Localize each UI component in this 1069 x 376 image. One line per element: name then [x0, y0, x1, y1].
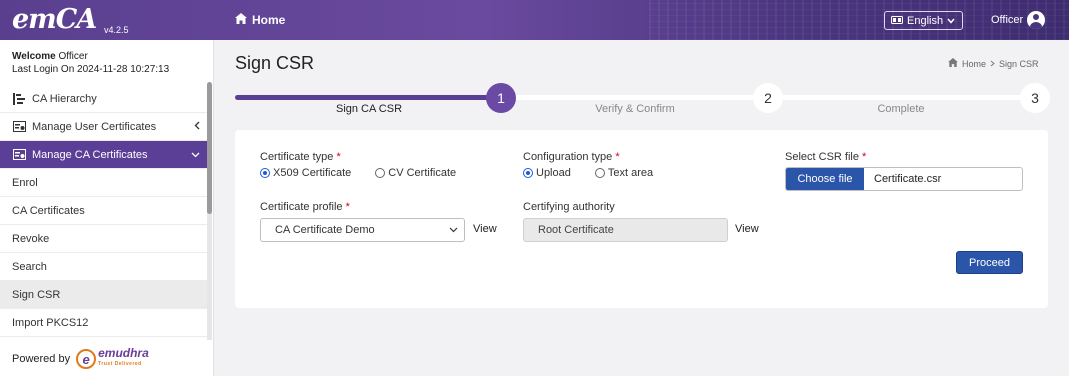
breadcrumb-current: Sign CSR [999, 58, 1039, 69]
radio-upload[interactable]: Upload [523, 167, 571, 179]
welcome-user: Officer [58, 51, 88, 62]
language-icon [891, 15, 903, 27]
last-login-label: Last Login On [12, 64, 75, 75]
choose-file-button[interactable]: Choose file [786, 168, 864, 190]
selected-file-name: Certificate.csr [874, 173, 942, 185]
avatar-icon [1027, 11, 1046, 29]
radio-unchecked-icon [375, 168, 386, 178]
view-certifying-authority-link[interactable]: View [735, 223, 759, 235]
sidebar-subitem-import-pkcs12[interactable]: Import PKCS12 [0, 309, 208, 337]
sidebar-subitem-sign-csr[interactable]: Sign CSR [0, 281, 208, 309]
radio-checked-icon [523, 168, 533, 178]
sidebar-item-manage-ca-certificates[interactable]: Manage CA Certificates [0, 141, 208, 169]
csr-file-label: Select CSR file * [785, 151, 866, 163]
emudhra-tagline: Trust Delivered [98, 361, 142, 367]
sidebar-scrollbar-thumb[interactable] [207, 82, 212, 214]
emudhra-logo: e emudhra Trust Delivered [76, 346, 149, 370]
proceed-button[interactable]: Proceed [956, 251, 1023, 274]
sidebar: Welcome Officer Last Login On 2024-11-28… [0, 40, 214, 376]
step-1-circle: 1 [486, 83, 516, 113]
sidebar-subitem-search[interactable]: Search [0, 253, 208, 281]
certifying-authority-field: Root Certificate [523, 218, 728, 242]
sidebar-item-manage-user-certificates[interactable]: Manage User Certificates [0, 113, 208, 141]
powered-by-label: Powered by [12, 353, 71, 365]
welcome-block: Welcome Officer Last Login On 2024-11-28… [12, 50, 169, 76]
sidebar-subitem-ca-certificates[interactable]: CA Certificates [0, 197, 208, 225]
certificate-profile-label-text: Certificate profile [260, 201, 343, 213]
user-menu[interactable]: Officer [991, 11, 1046, 29]
radio-x509-certificate[interactable]: X509 Certificate [260, 167, 351, 179]
sidebar-menu: CA Hierarchy Manage User Certificates Ma… [0, 85, 208, 337]
csr-file-input[interactable]: Choose file Certificate.csr [785, 167, 1023, 191]
configuration-type-radio-group: Upload Text area [523, 167, 653, 179]
chevron-down-icon [947, 15, 955, 27]
sign-csr-form-card: Certificate type * X509 Certificate CV C… [235, 130, 1048, 308]
app-logo[interactable]: emCA [12, 4, 97, 35]
emudhra-brand: emudhra [98, 346, 149, 360]
certificate-icon [12, 120, 26, 134]
chevron-down-icon [449, 225, 458, 236]
radio-unchecked-icon [594, 168, 605, 178]
configuration-type-label-text: Configuration type [523, 151, 613, 163]
csr-file-label-text: Select CSR file [785, 151, 859, 163]
home-label: Home [252, 13, 286, 27]
radio-cv-certificate[interactable]: CV Certificate [375, 167, 456, 179]
stepper-progress-bar [235, 95, 501, 100]
certificate-profile-select[interactable]: CA Certificate Demo [260, 218, 465, 242]
page-title: Sign CSR [235, 53, 315, 73]
stepper: 1 2 3 Sign CA CSR Verify & Confirm Compl… [235, 82, 1050, 122]
step-2-label: Verify & Confirm [595, 103, 675, 115]
view-certificate-profile-link[interactable]: View [473, 223, 497, 235]
configuration-type-label: Configuration type * [523, 151, 620, 163]
welcome-label: Welcome [12, 51, 56, 62]
step-3-label: Complete [877, 103, 925, 115]
last-login-value: 2024-11-28 10:27:13 [77, 64, 170, 75]
language-label: English [907, 14, 944, 27]
chevron-right-icon [990, 59, 995, 69]
sidebar-subitem-enrol[interactable]: Enrol [0, 169, 208, 197]
certificate-type-label: Certificate type * [260, 151, 341, 163]
certificate-icon [12, 148, 26, 162]
home-icon [948, 58, 958, 69]
required-marker: * [862, 151, 867, 163]
radio-label: CV Certificate [388, 167, 457, 179]
hierarchy-icon [12, 92, 26, 106]
radio-text-area[interactable]: Text area [594, 167, 654, 179]
radio-label: X509 Certificate [273, 167, 352, 179]
home-nav-link[interactable]: Home [235, 13, 285, 27]
sidebar-item-label: CA Hierarchy [32, 92, 97, 105]
radio-label: Text area [607, 167, 654, 179]
top-navbar: emCA v4.2.5 Home English Officer [0, 0, 1069, 40]
radio-checked-icon [260, 168, 270, 178]
certificate-profile-value: CA Certificate Demo [275, 224, 375, 236]
sidebar-item-ca-hierarchy[interactable]: CA Hierarchy [0, 85, 208, 113]
sidebar-item-label: Manage CA Certificates [32, 148, 148, 161]
emudhra-logo-mark: e [76, 349, 97, 369]
required-marker: * [336, 151, 341, 163]
sidebar-item-label: Manage User Certificates [32, 120, 157, 133]
user-name: Officer [991, 14, 1024, 26]
app-version: v4.2.5 [104, 25, 129, 35]
certificate-type-radio-group: X509 Certificate CV Certificate [260, 167, 456, 179]
certificate-profile-label: Certificate profile * [260, 201, 350, 213]
certifying-authority-label: Certifying authority [523, 201, 615, 213]
breadcrumb-home[interactable]: Home [962, 59, 986, 69]
step-1-label: Sign CA CSR [335, 103, 403, 115]
breadcrumb: Home Sign CSR [948, 58, 1039, 69]
required-marker: * [615, 151, 620, 163]
sidebar-subitem-revoke[interactable]: Revoke [0, 225, 208, 253]
chevron-left-icon [194, 121, 200, 133]
step-3-circle: 3 [1020, 83, 1050, 113]
certificate-type-label-text: Certificate type [260, 151, 334, 163]
powered-by: Powered by e emudhra Trust Delivered [12, 346, 149, 370]
language-selector[interactable]: English [884, 11, 963, 30]
step-2-circle: 2 [753, 83, 783, 113]
required-marker: * [345, 201, 350, 213]
radio-label: Upload [536, 167, 571, 179]
home-icon [235, 13, 247, 27]
chevron-down-icon [191, 149, 200, 161]
